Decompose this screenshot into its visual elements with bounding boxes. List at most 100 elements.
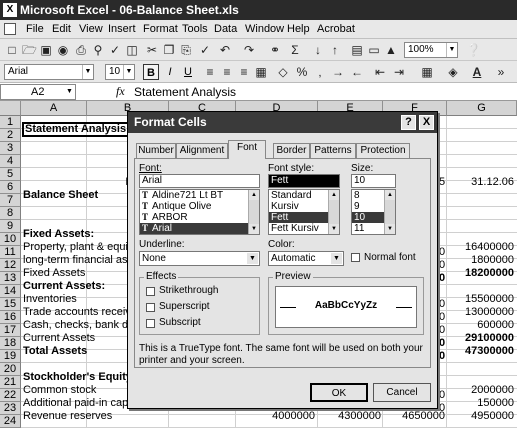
menu-tools[interactable]: Tools xyxy=(182,23,208,35)
cell-g12[interactable]: 1800000 xyxy=(450,254,514,267)
chart-wizard-icon[interactable]: ▤ xyxy=(350,43,364,57)
menu-insert[interactable]: Insert xyxy=(108,23,136,35)
save-icon[interactable]: ▣ xyxy=(39,43,53,57)
menu-data[interactable]: Data xyxy=(214,23,237,35)
cell-a22[interactable]: Common stock xyxy=(23,384,127,397)
cell-a21[interactable]: Stockholder's Equity: xyxy=(23,371,127,384)
row-header[interactable]: 3 xyxy=(0,142,21,155)
cell-g24[interactable]: 4950000 xyxy=(450,410,514,423)
row-header[interactable]: 1 xyxy=(0,116,21,129)
cell-a15[interactable]: Inventories xyxy=(23,293,127,306)
comma-style-icon[interactable]: ‚ xyxy=(313,65,327,79)
cell-a17[interactable]: Cash, checks, bank de xyxy=(23,319,127,332)
row-header[interactable]: 10 xyxy=(0,233,21,246)
row-header[interactable]: 16 xyxy=(0,311,21,324)
autosum-icon[interactable]: Σ xyxy=(288,43,302,57)
percent-icon[interactable]: % xyxy=(295,65,309,79)
underline-button[interactable]: U xyxy=(180,64,196,80)
research-icon[interactable]: ◫ xyxy=(125,43,139,57)
size-input[interactable]: 10 xyxy=(351,174,396,188)
cell-a13[interactable]: Fixed Assets xyxy=(23,267,127,280)
menu-window[interactable]: Window xyxy=(245,23,284,35)
row-header[interactable]: 12 xyxy=(0,259,21,272)
subscript-checkbox[interactable] xyxy=(146,319,155,328)
select-all-corner[interactable] xyxy=(0,101,21,116)
row-header[interactable]: 9 xyxy=(0,220,21,233)
size-list[interactable]: 8 9 10 11 ▲ ▼ xyxy=(351,189,396,235)
row-header[interactable]: 2 xyxy=(0,129,21,142)
color-select[interactable]: Automatic ▼ xyxy=(268,251,344,266)
tab-alignment[interactable]: Alignment xyxy=(176,143,228,158)
cell-a14[interactable]: Current Assets: xyxy=(23,280,127,293)
cell-f-partial[interactable]: 0 xyxy=(439,311,445,324)
decrease-decimal-icon[interactable]: ← xyxy=(350,65,364,79)
row-header[interactable]: 7 xyxy=(0,194,21,207)
font-style-list[interactable]: Standard Kursiv Fett Fett Kursiv ▲ ▼ xyxy=(268,189,340,235)
cell-g11[interactable]: 16400000 xyxy=(450,241,514,254)
bold-button[interactable]: B xyxy=(143,64,159,80)
font-list-item[interactable]: T Antique Olive xyxy=(140,201,259,212)
row-header[interactable]: 15 xyxy=(0,298,21,311)
row-header[interactable]: 19 xyxy=(0,350,21,363)
paste-icon[interactable]: ⎘ xyxy=(179,43,193,57)
size-list-scrollbar[interactable]: ▲ ▼ xyxy=(384,190,395,234)
menu-edit[interactable]: Edit xyxy=(52,23,71,35)
sort-ascending-icon[interactable]: ↓ xyxy=(311,43,325,57)
font-color-icon[interactable]: A xyxy=(470,65,484,79)
cell-f-partial[interactable]: 0 xyxy=(439,337,445,350)
scroll-down-icon[interactable]: ▼ xyxy=(249,224,259,234)
redo-icon[interactable]: ↷ xyxy=(242,43,256,57)
zoom-select[interactable]: 100% ▼ xyxy=(404,42,458,58)
column-header-g[interactable]: G xyxy=(447,101,517,116)
menu-file[interactable]: File xyxy=(26,23,44,35)
name-box[interactable]: A2 ▼ xyxy=(0,84,76,100)
row-header[interactable]: 20 xyxy=(0,363,21,376)
merge-center-icon[interactable]: ▦ xyxy=(254,65,268,79)
copy-icon[interactable]: ❐ xyxy=(162,43,176,57)
row-header[interactable]: 8 xyxy=(0,207,21,220)
cell-a18[interactable]: Current Assets xyxy=(23,332,127,345)
menu-format[interactable]: Format xyxy=(143,23,178,35)
excel-app-icon[interactable]: X xyxy=(3,3,17,17)
cell-g6[interactable]: 31.12.06 xyxy=(450,176,514,189)
scroll-up-icon[interactable]: ▲ xyxy=(249,190,259,200)
increase-decimal-icon[interactable]: → xyxy=(331,65,345,79)
font-list-item-selected[interactable]: T Arial xyxy=(140,223,259,234)
cell-f-partial[interactable]: 0 xyxy=(439,389,445,402)
cell-g18[interactable]: 29100000 xyxy=(450,332,514,345)
cell-d24[interactable]: 4000000 xyxy=(238,410,315,423)
row-header[interactable]: 4 xyxy=(0,155,21,168)
row-header[interactable]: 6 xyxy=(0,181,21,194)
font-name-select[interactable]: Arial ▼ xyxy=(4,64,94,80)
fill-color-icon[interactable]: ◈ xyxy=(446,65,460,79)
tab-patterns[interactable]: Patterns xyxy=(310,143,356,158)
menu-view[interactable]: View xyxy=(79,23,103,35)
cell-f-partial[interactable]: 0 xyxy=(439,350,445,363)
workbook-icon[interactable] xyxy=(4,23,16,35)
row-header[interactable]: 14 xyxy=(0,285,21,298)
increase-indent-icon[interactable]: ⇥ xyxy=(392,65,406,79)
format-painter-icon[interactable]: ✓ xyxy=(198,43,212,57)
tab-protection[interactable]: Protection xyxy=(356,143,410,158)
row-header[interactable]: 23 xyxy=(0,402,21,415)
help-button[interactable]: ? xyxy=(401,115,416,130)
cell-a19[interactable]: Total Assets xyxy=(23,345,127,358)
spelling-icon[interactable]: ✓ xyxy=(108,43,122,57)
cell-f-partial[interactable]: 0 xyxy=(439,298,445,311)
cell-g19[interactable]: 47300000 xyxy=(450,345,514,358)
scroll-up-icon[interactable]: ▲ xyxy=(329,190,339,200)
cell-g13[interactable]: 18200000 xyxy=(450,267,514,280)
style-list-scrollbar[interactable]: ▲ ▼ xyxy=(328,190,339,234)
cell-g22[interactable]: 2000000 xyxy=(450,384,514,397)
acrobat-icon[interactable]: ▲ xyxy=(384,43,398,57)
hyperlink-icon[interactable]: ⚭ xyxy=(268,43,282,57)
font-size-select[interactable]: 10 ▼ xyxy=(105,64,135,80)
italic-button[interactable]: I xyxy=(162,64,178,80)
currency-icon[interactable]: ◇ xyxy=(276,65,290,79)
cell-a11[interactable]: Property, plant & equip xyxy=(23,241,127,254)
function-icon[interactable]: fx xyxy=(116,84,125,99)
row-header[interactable]: 11 xyxy=(0,246,21,259)
font-list-item[interactable]: T ARBOR xyxy=(140,212,259,223)
cell-g15[interactable]: 15500000 xyxy=(450,293,514,306)
toolbar-options-icon[interactable]: » xyxy=(494,65,508,79)
